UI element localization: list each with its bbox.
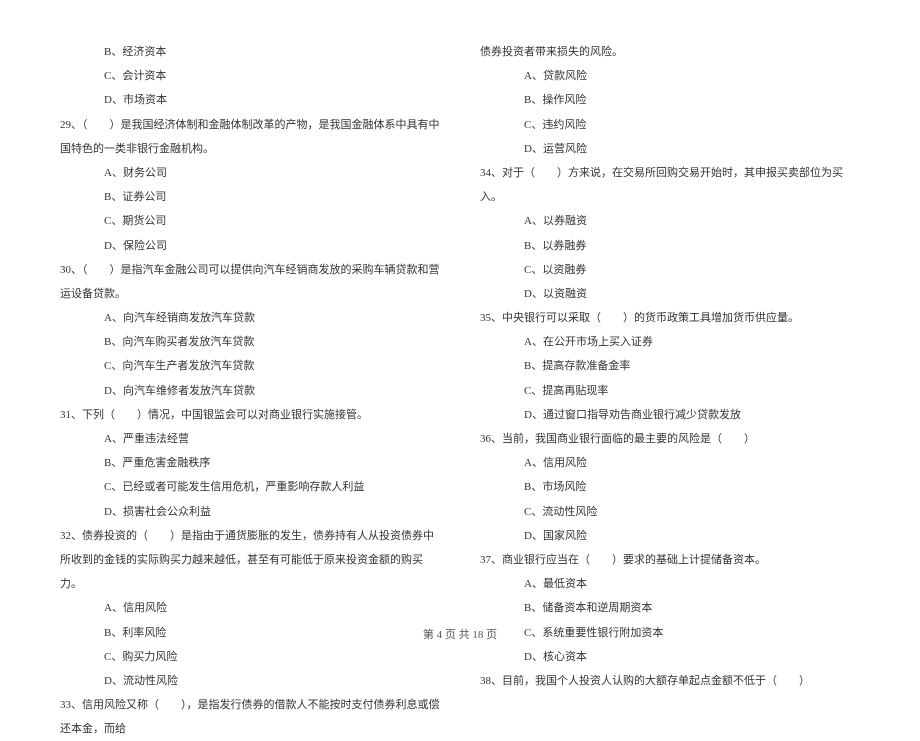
- option-text: C、已经或者可能发生信用危机，严重影响存款人利益: [60, 475, 440, 499]
- option-text: C、流动性风险: [480, 500, 860, 524]
- option-text: D、以资融资: [480, 282, 860, 306]
- question-text: 33、信用风险又称（ ），是指发行债券的借款人不能按时支付债券利息或偿还本金，而…: [60, 693, 440, 741]
- option-text: A、以券融资: [480, 209, 860, 233]
- option-text: A、最低资本: [480, 572, 860, 596]
- option-text: C、会计资本: [60, 64, 440, 88]
- right-column: 债券投资者带来损失的风险。 A、贷款风险 B、操作风险 C、违约风险 D、运营风…: [480, 40, 860, 620]
- option-text: B、经济资本: [60, 40, 440, 64]
- option-text: B、提高存款准备金率: [480, 354, 860, 378]
- question-text: 30、（ ）是指汽车金融公司可以提供向汽车经销商发放的采购车辆贷款和营运设备贷款…: [60, 258, 440, 306]
- question-text: 32、债券投资的（ ）是指由于通货膨胀的发生，债券持有人从投资债券中所收到的金钱…: [60, 524, 440, 597]
- option-text: D、流动性风险: [60, 669, 440, 693]
- option-text: D、核心资本: [480, 645, 860, 669]
- option-text: C、提高再贴现率: [480, 379, 860, 403]
- option-text: A、严重违法经营: [60, 427, 440, 451]
- option-text: A、信用风险: [60, 596, 440, 620]
- question-text: 35、中央银行可以采取（ ）的货币政策工具增加货币供应量。: [480, 306, 860, 330]
- option-text: B、操作风险: [480, 88, 860, 112]
- question-text: 31、下列（ ）情况，中国银监会可以对商业银行实施接管。: [60, 403, 440, 427]
- option-text: B、严重危害金融秩序: [60, 451, 440, 475]
- option-text: C、以资融券: [480, 258, 860, 282]
- page-footer: 第 4 页 共 18 页: [0, 626, 920, 642]
- question-continuation: 债券投资者带来损失的风险。: [480, 40, 860, 64]
- option-text: D、通过窗口指导劝告商业银行减少贷款发放: [480, 403, 860, 427]
- question-text: 38、目前，我国个人投资人认购的大额存单起点金额不低于（ ）: [480, 669, 860, 693]
- option-text: A、向汽车经销商发放汽车贷款: [60, 306, 440, 330]
- option-text: A、信用风险: [480, 451, 860, 475]
- option-text: B、向汽车购买者发放汽车贷款: [60, 330, 440, 354]
- option-text: A、在公开市场上买入证券: [480, 330, 860, 354]
- left-column: B、经济资本 C、会计资本 D、市场资本 29、（ ）是我国经济体制和金融体制改…: [60, 40, 440, 620]
- option-text: D、国家风险: [480, 524, 860, 548]
- option-text: D、运营风险: [480, 137, 860, 161]
- option-text: C、购买力风险: [60, 645, 440, 669]
- option-text: C、违约风险: [480, 113, 860, 137]
- option-text: D、向汽车维修者发放汽车贷款: [60, 379, 440, 403]
- option-text: D、损害社会公众利益: [60, 500, 440, 524]
- option-text: A、财务公司: [60, 161, 440, 185]
- option-text: B、储备资本和逆周期资本: [480, 596, 860, 620]
- option-text: A、贷款风险: [480, 64, 860, 88]
- option-text: D、保险公司: [60, 234, 440, 258]
- option-text: C、期货公司: [60, 209, 440, 233]
- option-text: B、以券融券: [480, 234, 860, 258]
- question-text: 29、（ ）是我国经济体制和金融体制改革的产物，是我国金融体系中具有中国特色的一…: [60, 113, 440, 161]
- option-text: B、证券公司: [60, 185, 440, 209]
- question-text: 36、当前，我国商业银行面临的最主要的风险是（ ）: [480, 427, 860, 451]
- option-text: B、市场风险: [480, 475, 860, 499]
- question-text: 34、对于（ ）方来说，在交易所回购交易开始时，其申报买卖部位为买入。: [480, 161, 860, 209]
- option-text: D、市场资本: [60, 88, 440, 112]
- question-text: 37、商业银行应当在（ ）要求的基础上计提储备资本。: [480, 548, 860, 572]
- option-text: C、向汽车生产者发放汽车贷款: [60, 354, 440, 378]
